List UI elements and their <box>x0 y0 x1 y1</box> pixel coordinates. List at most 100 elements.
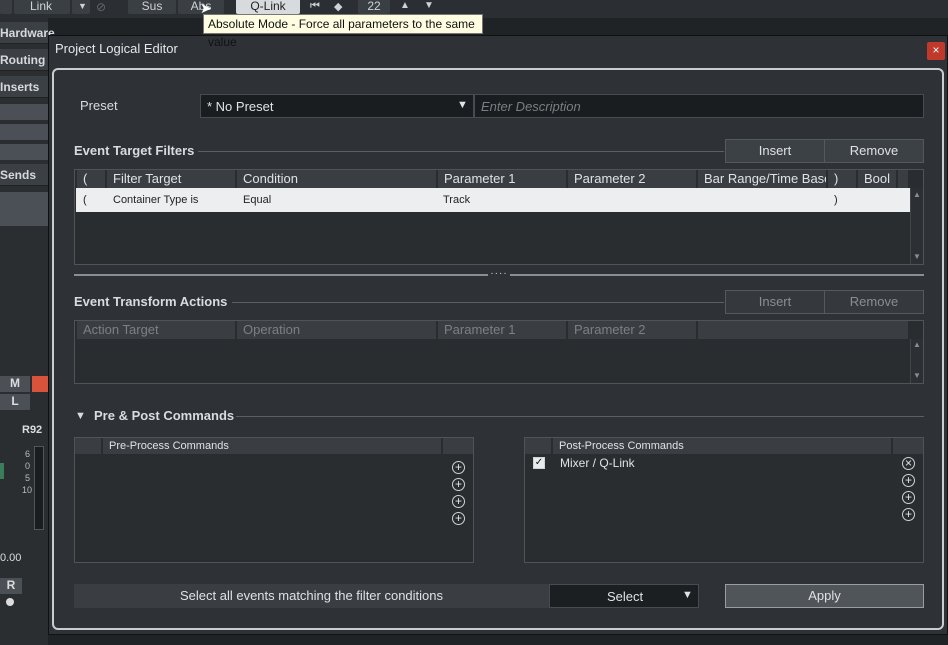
add-command-icon[interactable]: + <box>902 491 915 504</box>
tab-sends[interactable]: Sends <box>0 164 48 186</box>
cell-condition[interactable]: Equal <box>243 188 271 212</box>
fader-value[interactable]: 0.00 <box>0 552 22 566</box>
filter-scrollbar[interactable]: ▲ ▼ <box>910 188 923 264</box>
column-header[interactable]: Parameter 1 <box>438 170 568 188</box>
pre-process-list[interactable]: Pre-Process Commands + + + + <box>74 437 474 563</box>
mouse-cursor-icon: ➤ <box>200 0 212 16</box>
add-command-icon[interactable]: + <box>452 512 465 525</box>
pre-process-header: Pre-Process Commands <box>103 438 443 454</box>
sus-button[interactable]: Sus <box>128 0 176 14</box>
add-command-icon[interactable]: + <box>452 478 465 491</box>
decrement-icon[interactable]: ▼ <box>424 0 434 11</box>
splitter-handle-icon[interactable]: ···· <box>488 269 510 279</box>
send-slot[interactable] <box>0 192 48 226</box>
close-button[interactable]: × <box>927 42 945 60</box>
add-command-icon[interactable]: + <box>902 508 915 521</box>
filters-heading: Event Target Filters <box>74 143 195 158</box>
record-button[interactable]: R <box>0 578 22 594</box>
description-field[interactable]: Enter Description <box>474 94 924 118</box>
column-header[interactable]: Condition <box>237 170 438 188</box>
cell-close-bracket[interactable]: ) <box>834 188 838 212</box>
commands-heading: Pre & Post Commands <box>94 408 235 423</box>
column-header[interactable]: Parameter 2 <box>568 321 698 339</box>
action-table[interactable]: Action Target Operation Parameter 1 Para… <box>74 320 924 384</box>
meter-tick: 6 <box>24 449 30 459</box>
column-header[interactable]: Parameter 2 <box>568 170 698 188</box>
cell-open-bracket[interactable]: ( <box>83 188 87 212</box>
prev-marker-icon[interactable]: ⏮ <box>310 0 320 13</box>
insert-slot[interactable] <box>0 104 48 120</box>
cell-filter-target[interactable]: Container Type is <box>113 188 198 212</box>
filter-table[interactable]: ( Filter Target Condition Parameter 1 Pa… <box>74 169 924 265</box>
tab-hardware[interactable]: Hardware <box>0 22 55 44</box>
function-mode-dropdown[interactable]: Select ▼ <box>549 584 699 608</box>
filter-insert-button[interactable]: Insert <box>725 139 825 163</box>
insert-slot[interactable] <box>0 124 48 140</box>
chevron-down-icon: ▼ <box>457 99 468 111</box>
level-meter <box>34 446 44 530</box>
increment-icon[interactable]: ▲ <box>400 0 410 11</box>
preset-dropdown[interactable]: * No Preset ▼ <box>200 94 474 118</box>
collapse-triangle-icon[interactable]: ▼ <box>75 410 86 422</box>
insert-slot[interactable] <box>0 144 48 160</box>
scroll-down-icon[interactable]: ▼ <box>911 371 923 380</box>
link-button[interactable]: Link <box>14 0 70 14</box>
column-header[interactable]: ) <box>828 170 858 188</box>
value-field[interactable]: 22 <box>358 0 390 14</box>
preset-value: * No Preset <box>207 99 274 114</box>
action-column-header <box>893 438 923 454</box>
column-header-filler <box>698 321 910 339</box>
action-scrollbar[interactable]: ▲ ▼ <box>910 339 923 383</box>
link-dropdown-icon[interactable]: ▼ <box>72 0 90 14</box>
preset-label: Preset <box>80 98 118 113</box>
column-header[interactable]: Operation <box>237 321 438 339</box>
command-checkbox[interactable]: ✓ <box>533 457 545 469</box>
column-header[interactable]: Action Target <box>77 321 237 339</box>
action-insert-button[interactable]: Insert <box>725 290 825 314</box>
action-remove-button[interactable]: Remove <box>824 290 924 314</box>
column-header[interactable]: Bool <box>858 170 898 188</box>
title-bar[interactable]: Project Logical Editor × <box>49 36 947 64</box>
scroll-down-icon[interactable]: ▼ <box>911 252 923 261</box>
column-header[interactable]: Parameter 1 <box>438 321 568 339</box>
mute-button[interactable]: M <box>0 376 30 392</box>
table-row[interactable]: ( Container Type is Equal Track ) <box>76 188 910 212</box>
add-command-icon[interactable]: + <box>452 461 465 474</box>
column-header[interactable]: Bar Range/Time Base <box>698 170 828 188</box>
chevron-down-icon: ▼ <box>682 589 693 601</box>
solo-button[interactable] <box>32 376 48 392</box>
add-command-icon[interactable]: + <box>902 474 915 487</box>
scroll-up-icon[interactable]: ▲ <box>911 190 923 199</box>
tab-inserts[interactable]: Inserts <box>0 76 48 98</box>
post-command-item[interactable]: Mixer / Q-Link <box>560 456 635 470</box>
inspector-strip: Hardware Routing Inserts Sends M L R92 6… <box>0 18 55 645</box>
tab-routing[interactable]: Routing <box>0 49 48 71</box>
link-disabled-icon: ⊘ <box>96 0 107 14</box>
swap-icon[interactable]: ◆ <box>334 0 342 13</box>
column-header[interactable]: ( <box>77 170 107 188</box>
checkbox-column-header <box>75 438 103 454</box>
cell-parameter-1[interactable]: Track <box>443 188 470 212</box>
post-process-list[interactable]: Post-Process Commands ✓ Mixer / Q-Link ×… <box>524 437 924 563</box>
section-divider <box>232 302 724 303</box>
dialog-title: Project Logical Editor <box>55 41 178 56</box>
meter-scale: 6 0 5 10 <box>22 448 33 496</box>
checkbox-column-header <box>525 438 553 454</box>
action-column-header <box>443 438 473 454</box>
apply-button[interactable]: Apply <box>725 584 924 608</box>
filter-remove-button[interactable]: Remove <box>824 139 924 163</box>
column-header-filler <box>898 170 910 188</box>
listen-button[interactable]: L <box>0 394 30 410</box>
add-command-icon[interactable]: + <box>452 495 465 508</box>
function-description: Select all events matching the filter co… <box>74 584 549 608</box>
scroll-up-icon[interactable]: ▲ <box>911 340 923 349</box>
qlink-button[interactable]: Q-Link <box>236 0 300 14</box>
meter-tick: 0 <box>24 461 30 471</box>
column-header[interactable]: Filter Target <box>107 170 237 188</box>
meter-tick: 10 <box>22 485 33 495</box>
track-name: R92 <box>22 424 43 436</box>
section-divider <box>198 151 724 152</box>
fader-handle[interactable] <box>0 463 4 479</box>
remove-command-icon[interactable]: × <box>902 457 915 470</box>
monitor-icon[interactable] <box>6 598 14 606</box>
